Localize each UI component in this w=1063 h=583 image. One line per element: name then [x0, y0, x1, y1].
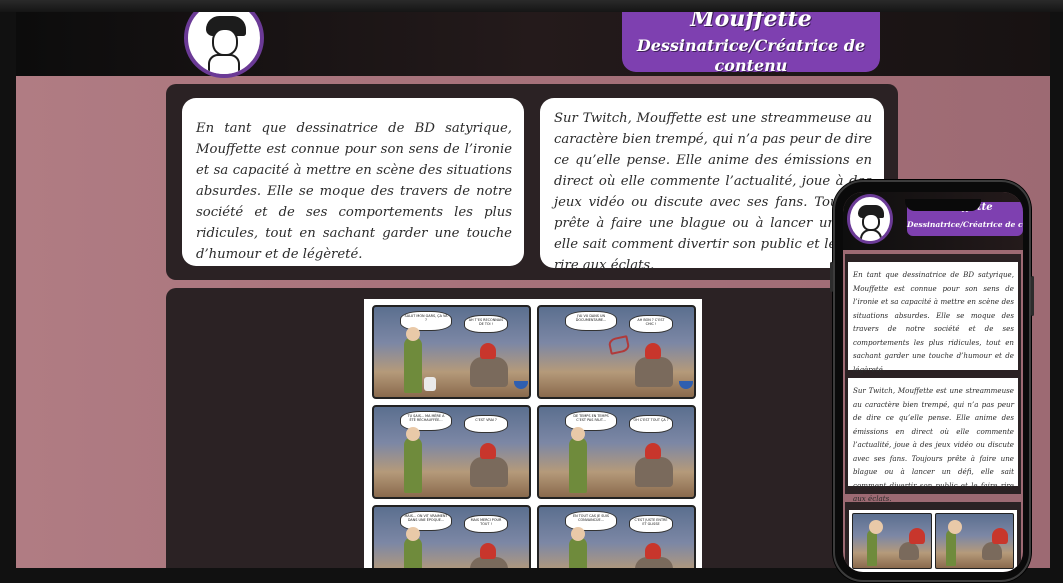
speech-bubble: C’EST JUSTE ENTRE ET GLISSE — [629, 515, 673, 533]
speech-bubble: AH BON ? C’EST CHIC ! — [629, 315, 673, 333]
phone-side-button — [1031, 276, 1034, 316]
bowl-drawing — [679, 381, 693, 389]
character-figure — [635, 443, 673, 487]
avatar-body — [208, 54, 240, 74]
bio-card: En tant que dessinatrice de BD satyrique… — [182, 98, 524, 266]
comic-cell: DE TEMPS EN TEMPS C’EST PAS FAUT... OH C… — [537, 405, 696, 499]
character-figure — [635, 543, 673, 568]
mobile-site-subtitle: Dessinatrice/Créatrice de contenu — [907, 220, 1023, 229]
speech-bubble: MAIS MERCI POUR TOUT ! — [464, 515, 508, 533]
comic-cell: TU SAIS... MA MÈRE A ÉTÉ RÉCHAUFFÉE... C… — [372, 405, 531, 499]
comic-row: SALUT MON GARS, ÇA VA ? AH T’ES RECONNAI… — [372, 305, 696, 399]
mobile-bio-card: En tant que dessinatrice de BD satyrique… — [848, 262, 1018, 374]
mobile-twitch-card: Sur Twitch, Mouffette est une streammeus… — [848, 378, 1018, 503]
title-banner: Mouffette Dessinatrice/Créatrice de cont… — [622, 12, 880, 75]
comic-cell: J’AI VU DANS UN DOCUMENTAIRE... AH BON ?… — [537, 305, 696, 399]
character-figure — [470, 543, 508, 568]
character-figure — [635, 343, 673, 387]
comic-cell: MAIS... ON VIT VRAIMENT DANS UNE ÉPOQUE.… — [372, 505, 531, 568]
comic-cell: SALUT MON GARS, ÇA VA ? AH T’ES RECONNAI… — [372, 305, 531, 399]
speech-bubble: J’AI VU DANS UN DOCUMENTAIRE... — [565, 311, 617, 331]
bag-drawing — [424, 377, 436, 391]
speech-bubble: OH C’EST TOUT ÇA ? — [629, 415, 673, 433]
character-figure — [404, 327, 422, 393]
comic-panel: SALUT MON GARS, ÇA VA ? AH T’ES RECONNAI… — [166, 288, 898, 568]
phone-notch — [905, 199, 981, 211]
comic-row: TU SAIS... MA MÈRE A ÉTÉ RÉCHAUFFÉE... C… — [372, 405, 696, 499]
speech-bubble: C’EST VRAI ? — [464, 415, 508, 433]
character-figure — [569, 527, 587, 568]
character-figure — [981, 528, 1008, 560]
bowl-drawing — [514, 381, 528, 389]
mouffette-avatar-icon[interactable] — [184, 12, 264, 78]
character-figure — [945, 520, 962, 566]
character-figure — [899, 528, 925, 560]
character-figure — [404, 427, 422, 493]
mobile-about-panel: En tant que dessinatrice de BD satyrique… — [845, 254, 1021, 503]
avatar-body — [860, 229, 882, 241]
screen-frame: Mouffette Dessinatrice/Créatrice de cont… — [0, 0, 1063, 583]
character-figure — [867, 520, 883, 566]
site-title: Mouffette — [690, 12, 812, 32]
character-figure — [470, 343, 508, 387]
speech-bubble: AH T’ES RECONNAIS DE TOI ! — [464, 315, 508, 333]
character-figure — [404, 527, 422, 568]
mouffette-avatar-icon[interactable] — [847, 194, 893, 244]
avatar-face — [212, 28, 238, 56]
frame-top-edge — [0, 0, 1063, 12]
graffiti-drawing — [607, 335, 631, 355]
phone-mockup: Mouffette Dessinatrice/Créatrice de cont… — [830, 180, 1034, 582]
site-subtitle: Dessinatrice/Créatrice de contenu — [636, 36, 866, 75]
comic-cell — [934, 513, 1014, 569]
about-panel: En tant que dessinatrice de BD satyrique… — [166, 84, 898, 280]
phone-screen: Mouffette Dessinatrice/Créatrice de cont… — [843, 192, 1023, 572]
comic-page[interactable]: SALUT MON GARS, ÇA VA ? AH T’ES RECONNAI… — [364, 299, 702, 568]
phone-side-button — [830, 262, 833, 292]
character-figure — [470, 443, 508, 487]
site-header: Mouffette Dessinatrice/Créatrice de cont… — [16, 12, 1050, 78]
comic-cell — [852, 513, 932, 569]
comic-cell: EN TOUT CAS JE SUIS CONVAINCUE... C’EST … — [537, 505, 696, 568]
character-figure — [569, 427, 587, 493]
mobile-comic-page[interactable] — [849, 510, 1017, 572]
comic-row: MAIS... ON VIT VRAIMENT DANS UNE ÉPOQUE.… — [372, 505, 696, 568]
mobile-comic-panel — [845, 502, 1021, 572]
